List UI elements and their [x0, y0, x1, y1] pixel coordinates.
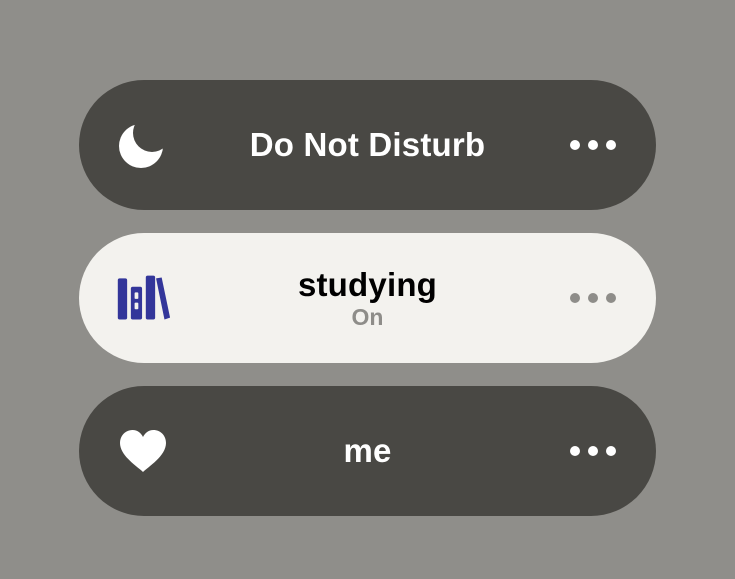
more-dot [570, 140, 580, 150]
more-dot [588, 446, 598, 456]
more-dot [606, 140, 616, 150]
more-dot [588, 140, 598, 150]
more-options-button[interactable] [570, 288, 616, 308]
more-options-button[interactable] [570, 441, 616, 461]
more-options-button[interactable] [570, 135, 616, 155]
focus-mode-list: Do Not Disturb studying On me [79, 80, 656, 539]
books-icon [115, 270, 171, 326]
focus-mode-do-not-disturb[interactable]: Do Not Disturb [79, 80, 656, 210]
more-dot [570, 293, 580, 303]
focus-mode-status: On [351, 304, 384, 330]
focus-mode-studying[interactable]: studying On [79, 233, 656, 363]
focus-mode-me[interactable]: me [79, 386, 656, 516]
more-dot [570, 446, 580, 456]
more-dot [606, 293, 616, 303]
more-dot [588, 293, 598, 303]
moon-icon [115, 117, 171, 173]
more-dot [606, 446, 616, 456]
focus-mode-title: studying [297, 266, 438, 303]
focus-mode-title: me [343, 432, 392, 469]
heart-icon [115, 423, 171, 479]
focus-mode-title: Do Not Disturb [249, 126, 486, 163]
